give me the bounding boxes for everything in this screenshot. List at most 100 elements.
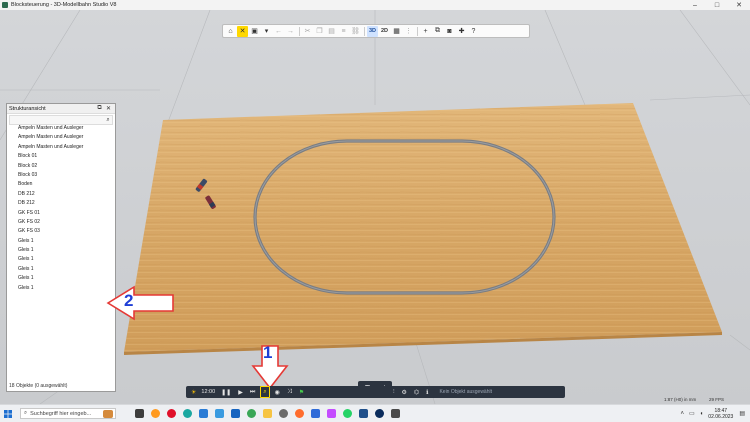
- structure-tree: Ampeln Masten und Ausleger Ampeln Masten …: [9, 124, 113, 293]
- tree-item[interactable]: Boden: [9, 180, 113, 189]
- clock-display[interactable]: 12:00: [201, 389, 215, 395]
- minimize-icon[interactable]: –: [684, 0, 706, 10]
- store-icon[interactable]: [212, 407, 226, 421]
- photos-icon[interactable]: [324, 407, 338, 421]
- taskbar-search[interactable]: ⌕ Suchbegriff hier eingeb...: [20, 408, 116, 419]
- tree-item[interactable]: GK FS 03: [9, 227, 113, 236]
- annotation-label-2: 2: [124, 291, 134, 310]
- 3d-viewport[interactable]: ⌂ ✕ ▣ ▾ ← → ✂ ❐ ▤ ≡ ⛓ 3D 2D ▦ ⋮ + ⧉ ◙ ✚ …: [0, 10, 750, 404]
- structure-search-input[interactable]: [10, 117, 104, 123]
- object-count: 18 Objekte (0 ausgewählt): [9, 383, 68, 389]
- shuffle-icon[interactable]: ⤨: [285, 387, 294, 397]
- camera-app-icon[interactable]: [372, 407, 386, 421]
- fps-info: 29 FPS: [709, 397, 725, 402]
- tree-item[interactable]: DB 212: [9, 199, 113, 208]
- grid-icon[interactable]: ▦: [391, 26, 402, 37]
- chevron-down-icon[interactable]: ▾: [261, 26, 272, 37]
- firefox-icon[interactable]: [292, 407, 306, 421]
- tree-item[interactable]: Block 01: [9, 152, 113, 161]
- structure-panel-header: Strukturansicht ⧉ ✕: [7, 104, 115, 114]
- globe-icon[interactable]: ◉: [273, 387, 282, 397]
- annotation-arrow-2: [106, 285, 174, 321]
- paste-icon[interactable]: ▤: [326, 26, 337, 37]
- widgets-icon[interactable]: [196, 407, 210, 421]
- tools-icon[interactable]: ✕: [237, 25, 248, 37]
- link-icon[interactable]: ⛓: [350, 26, 361, 37]
- close-icon[interactable]: ✕: [104, 105, 113, 112]
- tree-item[interactable]: Block 02: [9, 162, 113, 171]
- puzzle-icon[interactable]: ✚: [456, 26, 467, 37]
- tree-item[interactable]: Ampeln Masten und Ausleger: [9, 143, 113, 152]
- save-icon[interactable]: ▣: [249, 26, 260, 37]
- windows-start-icon[interactable]: [0, 405, 16, 422]
- layers-icon[interactable]: ⋮: [403, 26, 414, 37]
- close-icon[interactable]: ✕: [728, 0, 750, 10]
- search-icon[interactable]: ⌕: [260, 386, 270, 398]
- view-2d-button[interactable]: 2D: [379, 26, 390, 37]
- undo-icon[interactable]: ←: [273, 26, 284, 37]
- cut-icon[interactable]: ✂: [302, 26, 313, 37]
- undock-icon[interactable]: ⧉: [95, 105, 104, 112]
- docs-icon[interactable]: [308, 407, 322, 421]
- scale-info: 1:87 (H0) in mm: [664, 397, 697, 402]
- tree-item[interactable]: GK FS 01: [9, 209, 113, 218]
- tree-item[interactable]: Gleis 1: [9, 237, 113, 246]
- tree-item[interactable]: Gleis 1: [9, 265, 113, 274]
- system-tray: ˄ ▭ ◖ 18:47 02.06.2023 ▤: [680, 405, 750, 422]
- fast-forward-icon[interactable]: ⏭: [248, 387, 257, 397]
- play-icon[interactable]: ▶: [236, 387, 245, 397]
- copy-icon[interactable]: ❐: [314, 26, 325, 37]
- sliders-icon[interactable]: ⫶: [391, 387, 397, 397]
- settings-app-icon[interactable]: [276, 407, 290, 421]
- camera-icon[interactable]: ◙: [444, 26, 455, 37]
- selection-status: Kein Objekt ausgewählt: [439, 389, 492, 395]
- chevron-up-icon[interactable]: ˄: [680, 411, 684, 417]
- tree-item[interactable]: Gleis 1: [9, 246, 113, 255]
- chrome-icon[interactable]: [244, 407, 258, 421]
- tree-item[interactable]: Ampeln Masten und Ausleger: [9, 133, 113, 142]
- add-icon[interactable]: +: [420, 26, 431, 37]
- hierarchy-icon[interactable]: ⌬: [412, 387, 421, 397]
- network-icon[interactable]: ▭: [689, 410, 695, 417]
- opera-gx-icon[interactable]: [164, 407, 178, 421]
- signal-icon[interactable]: ⚑: [297, 387, 306, 397]
- notification-icon[interactable]: ▤: [739, 410, 745, 417]
- explorer-icon[interactable]: [260, 407, 274, 421]
- search-icon[interactable]: ⌕: [104, 117, 112, 124]
- pause-icon[interactable]: ❚❚: [219, 387, 233, 397]
- active-app-icon[interactable]: [388, 407, 402, 421]
- panel-title: Strukturansicht: [9, 105, 46, 112]
- volume-icon[interactable]: ◖: [700, 411, 704, 417]
- info-icon[interactable]: ℹ: [424, 387, 430, 397]
- opera-icon[interactable]: [148, 407, 162, 421]
- tree-item[interactable]: Gleis 1: [9, 284, 113, 293]
- window-title: Blocksteuerung - 3D-Modellbahn Studio V8: [11, 2, 117, 8]
- bottom-control-bar: ☀ 12:00 ❚❚ ▶ ⏭ ⌕ ◉ ⤨ ⚑ ⫶ ⚙ ⌬ ℹ Kein Obje…: [186, 386, 565, 398]
- whatsapp-icon[interactable]: [340, 407, 354, 421]
- app-logo-icon: [2, 2, 8, 8]
- maximize-icon[interactable]: □: [706, 0, 728, 10]
- tree-item[interactable]: GK FS 02: [9, 218, 113, 227]
- mail-icon[interactable]: [228, 407, 242, 421]
- taskview-icon[interactable]: [132, 407, 146, 421]
- modellbahn-app-icon[interactable]: [356, 407, 370, 421]
- view-3d-button[interactable]: 3D: [367, 25, 378, 37]
- duplicate-icon[interactable]: ⧉: [432, 26, 443, 37]
- tree-item[interactable]: DB 212: [9, 190, 113, 199]
- edge-icon[interactable]: [180, 407, 194, 421]
- settings-icon[interactable]: ⚙: [400, 387, 409, 397]
- redo-icon[interactable]: →: [285, 26, 296, 37]
- home-icon[interactable]: ⌂: [225, 26, 236, 37]
- tree-item[interactable]: Gleis 1: [9, 255, 113, 264]
- tree-item[interactable]: Ampeln Masten und Ausleger: [9, 124, 113, 133]
- delete-icon[interactable]: ≡: [338, 26, 349, 37]
- search-highlight-icon: [103, 410, 113, 418]
- tree-item[interactable]: Block 03: [9, 171, 113, 180]
- taskbar: ⌕ Suchbegriff hier eingeb... ˄ ▭ ◖ 18:47…: [0, 404, 750, 422]
- structure-panel: Strukturansicht ⧉ ✕ ⌕ Ampeln Masten und …: [6, 103, 116, 392]
- clock-date: 02.06.2023: [708, 413, 734, 420]
- sun-icon[interactable]: ☀: [189, 387, 198, 397]
- help-icon[interactable]: ?: [468, 26, 479, 37]
- tree-item[interactable]: Gleis 1: [9, 274, 113, 283]
- taskbar-clock[interactable]: 18:47 02.06.2023: [708, 408, 733, 420]
